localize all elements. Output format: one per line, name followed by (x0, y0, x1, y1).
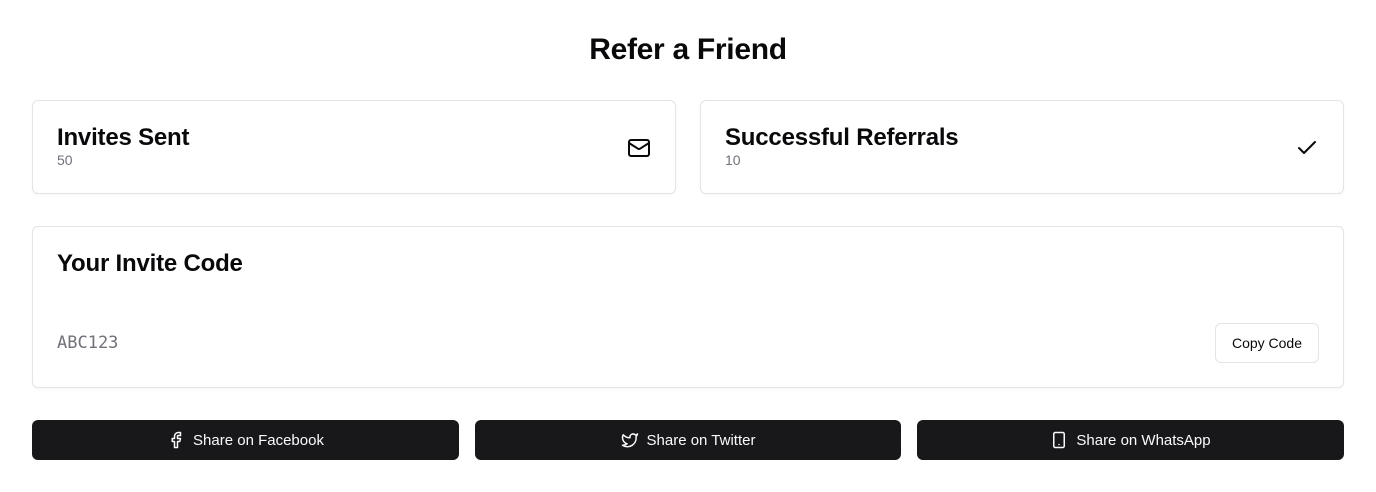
successful-referrals-title: Successful Referrals (725, 124, 959, 151)
mail-icon (627, 136, 651, 160)
share-twitter-button[interactable]: Share on Twitter (475, 420, 901, 460)
share-twitter-label: Share on Twitter (646, 431, 756, 449)
invite-code-card: Your Invite Code ABC123 Copy Code (32, 226, 1344, 388)
share-whatsapp-label: Share on WhatsApp (1076, 431, 1211, 449)
invites-sent-value: 50 (57, 152, 73, 168)
share-facebook-label: Share on Facebook (193, 431, 324, 449)
invites-sent-card: Invites Sent 50 (32, 100, 676, 194)
share-facebook-button[interactable]: Share on Facebook (32, 420, 459, 460)
copy-code-button[interactable]: Copy Code (1214, 323, 1319, 363)
successful-referrals-value: 10 (725, 152, 741, 168)
refer-a-friend-page: Refer a Friend Invites Sent 50 Successfu… (0, 0, 1376, 492)
facebook-icon (167, 431, 185, 449)
invites-sent-title: Invites Sent (57, 124, 190, 151)
successful-referrals-card: Successful Referrals 10 (700, 100, 1344, 194)
invite-code-value: ABC123 (57, 333, 119, 353)
check-icon (1295, 136, 1319, 160)
page-title: Refer a Friend (589, 33, 787, 66)
share-whatsapp-button[interactable]: Share on WhatsApp (917, 420, 1344, 460)
twitter-icon (621, 431, 639, 449)
smartphone-icon (1050, 431, 1068, 449)
invite-code-title: Your Invite Code (57, 250, 243, 277)
